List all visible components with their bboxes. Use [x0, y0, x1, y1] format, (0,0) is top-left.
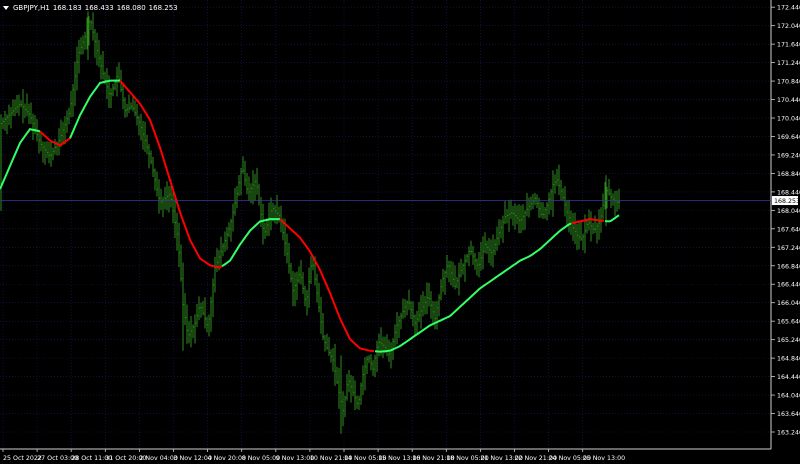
y-tick-label: 169.240: [777, 152, 800, 159]
y-tick-label: 164.840: [777, 356, 800, 363]
x-tick-label: 2 Nov 04:00: [139, 455, 177, 462]
close-value: 168.253: [148, 4, 178, 12]
y-tick-label: 166.440: [777, 282, 800, 289]
y-tick-label: 163.240: [777, 430, 800, 437]
y-tick-label: 168.440: [777, 189, 800, 196]
ma-segment-up: [0, 127, 41, 190]
y-tick-label: 165.240: [777, 337, 800, 344]
ma-segment-down: [279, 218, 375, 353]
y-tick-label: 163.640: [777, 411, 800, 418]
x-tick-label: 8 Nov 05:00: [242, 455, 280, 462]
y-tick-label: 168.840: [777, 171, 800, 178]
grid-layer: 172.440 172.040 171.640 171.240 170.840 170.4…: [0, 0, 800, 462]
y-tick-label: 170.040: [777, 116, 800, 123]
current-price-label: 168.253: [774, 198, 800, 205]
y-tick-label: 171.240: [777, 60, 800, 67]
x-tick-label: 4 Nov 20:00: [208, 455, 246, 462]
ma-segment-up: [374, 222, 572, 353]
high-value: 168.433: [84, 4, 114, 12]
x-tick-label: 3 Nov 12:00: [174, 455, 212, 462]
price-chart[interactable]: 172.440 172.040 171.640 171.240 170.840 170.4…: [0, 0, 800, 464]
symbol-label: GBPJPY,H1: [13, 4, 50, 12]
chart-window[interactable]: 172.440 172.040 171.640 171.240 170.840 170.4…: [0, 0, 800, 464]
y-tick-label: 164.040: [777, 393, 800, 400]
y-tick-label: 168.040: [777, 208, 800, 215]
chart-menu-icon[interactable]: [3, 6, 9, 10]
y-tick-label: 164.440: [777, 374, 800, 381]
y-tick-label: 166.040: [777, 300, 800, 307]
symbol-info-bar: GBPJPY,H1 168.183 168.433 168.080 168.25…: [3, 2, 178, 14]
x-tick-label: 25 Oct 2022: [3, 455, 42, 462]
price-bars: [0, 11, 621, 434]
x-tick-label: 25 Nov 13:00: [583, 455, 625, 462]
y-tick-label: 169.640: [777, 134, 800, 141]
ma-segment-up: [604, 214, 620, 223]
y-tick-label: 172.440: [777, 5, 800, 12]
y-tick-label: 172.040: [777, 23, 800, 30]
open-value: 168.183: [52, 4, 82, 12]
y-tick-label: 167.640: [777, 226, 800, 233]
y-tick-label: 167.240: [777, 245, 800, 252]
moving-average-line: [0, 79, 620, 353]
x-tick-label: 9 Nov 13:00: [276, 455, 314, 462]
y-tick-label: 165.640: [777, 319, 800, 326]
y-tick-label: 170.840: [777, 79, 800, 86]
y-tick-label: 166.840: [777, 263, 800, 270]
low-value: 168.080: [116, 4, 146, 12]
y-tick-label: 171.640: [777, 42, 800, 49]
y-tick-label: 170.440: [777, 97, 800, 104]
